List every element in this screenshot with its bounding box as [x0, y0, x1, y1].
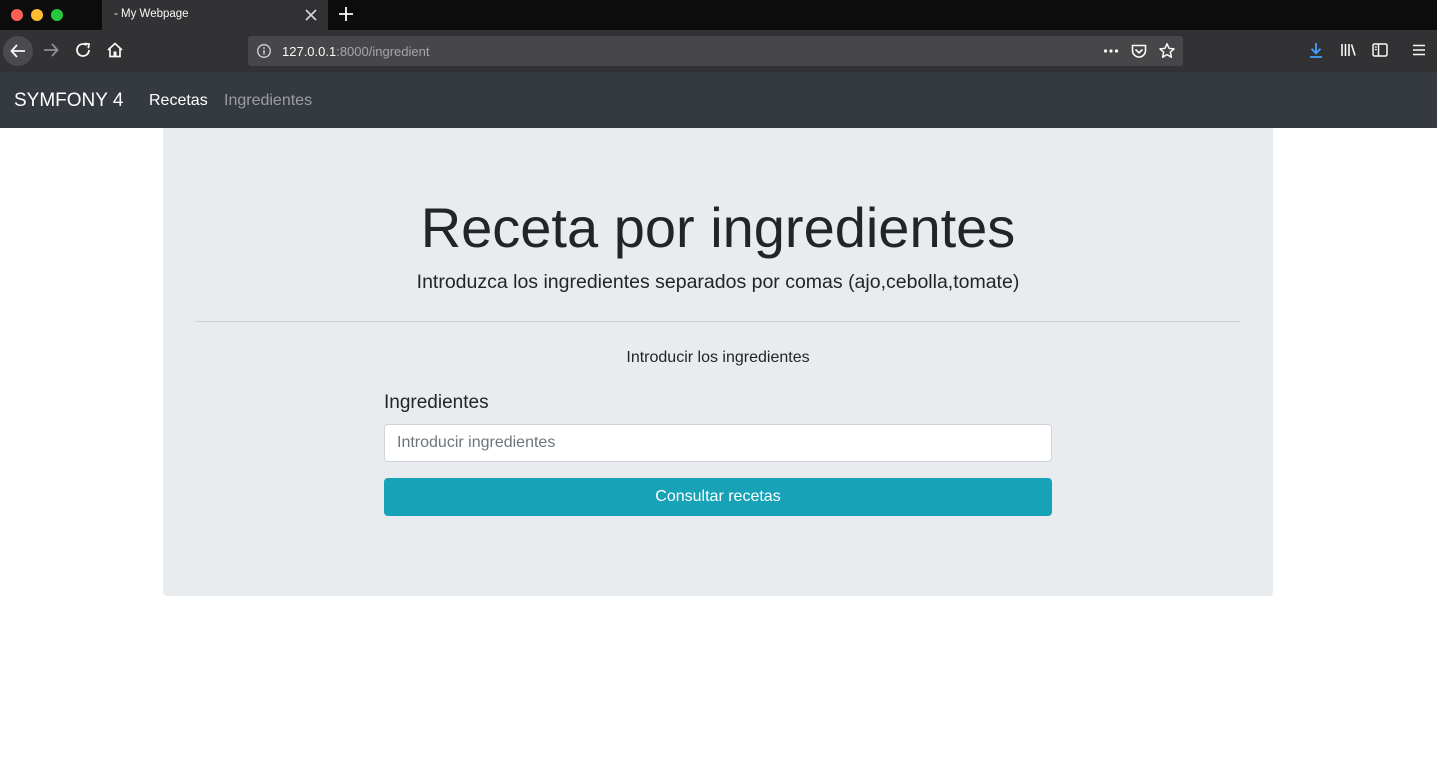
url-bar[interactable]: 127.0.0.1:8000/ingredient — [248, 36, 1183, 66]
navbar-brand[interactable]: SYMFONY 4 — [14, 90, 123, 112]
menu-icon[interactable] — [1408, 39, 1430, 61]
ingredientes-input[interactable] — [384, 424, 1052, 462]
back-icon[interactable] — [3, 36, 33, 66]
url-host: 127.0.0.1 — [282, 44, 337, 59]
site-navbar: SYMFONY 4 Recetas Ingredientes — [0, 72, 1437, 128]
browser-tab[interactable]: - My Webpage — [102, 0, 328, 30]
zoom-window-button[interactable] — [51, 9, 63, 21]
close-window-button[interactable] — [11, 9, 23, 21]
ingredientes-label: Ingredientes — [384, 392, 489, 413]
plus-icon[interactable] — [337, 5, 355, 23]
bookmark-star-icon[interactable] — [1158, 42, 1176, 60]
library-icon[interactable] — [1337, 39, 1359, 61]
consultar-recetas-button[interactable]: Consultar recetas — [384, 478, 1052, 516]
close-icon[interactable] — [303, 7, 319, 23]
browser-toolbar: 127.0.0.1:8000/ingredient — [0, 30, 1437, 72]
more-icon[interactable] — [1102, 42, 1120, 60]
forward-icon[interactable] — [40, 39, 62, 61]
browser-tab-bar: - My Webpage — [0, 0, 1437, 30]
lead-text: Introduzca los ingredientes separados po… — [416, 271, 1020, 293]
minimize-window-button[interactable] — [31, 9, 43, 21]
reload-icon[interactable] — [72, 39, 94, 61]
divider — [195, 321, 1241, 322]
pocket-icon[interactable] — [1130, 42, 1148, 60]
info-icon[interactable] — [256, 43, 272, 59]
nav-link-ingredientes[interactable]: Ingredientes — [224, 92, 312, 110]
url-path: :8000/ingredient — [336, 44, 430, 59]
sidebar-icon[interactable] — [1369, 39, 1391, 61]
home-icon[interactable] — [104, 39, 126, 61]
jumbotron: Receta por ingredientes Introduzca los i… — [163, 128, 1273, 596]
form-heading: Introducir los ingredientes — [626, 349, 810, 366]
nav-link-recetas[interactable]: Recetas — [149, 92, 208, 110]
download-icon[interactable] — [1305, 39, 1327, 61]
url-text[interactable]: 127.0.0.1:8000/ingredient — [282, 44, 429, 59]
tab-title: - My Webpage — [114, 8, 189, 20]
page-title: Receta por ingredientes — [420, 196, 1016, 259]
